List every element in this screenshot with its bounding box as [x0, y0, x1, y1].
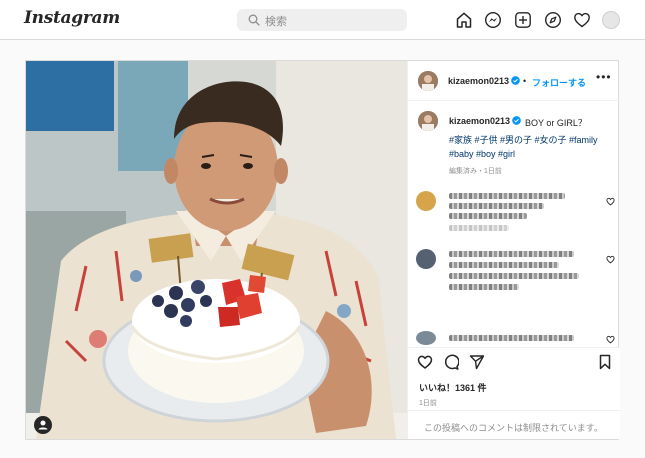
search-input[interactable]: 検索	[237, 9, 407, 31]
caption-hashtags[interactable]: #家族 #子供 #男の子 #女の子 #family #baby #boy #gi…	[449, 133, 609, 161]
comment-like-icon[interactable]	[606, 197, 615, 206]
post-timestamp[interactable]: 1日前	[419, 398, 437, 408]
post-photo-illustration	[26, 61, 407, 439]
commenter-avatar[interactable]	[416, 331, 436, 345]
verified-badge-icon	[511, 76, 520, 85]
likes-count[interactable]: いいね！1361 件	[419, 381, 487, 394]
comment-text-blurred	[449, 262, 559, 268]
comment-bubble-icon[interactable]	[443, 354, 459, 370]
profile-avatar[interactable]	[602, 11, 620, 29]
new-post-icon[interactable]	[514, 11, 532, 29]
search-placeholder: 検索	[265, 16, 287, 28]
comment-text-blurred	[449, 273, 579, 279]
comment-text-blurred	[449, 251, 574, 257]
tagged-user-icon[interactable]	[34, 416, 52, 434]
comment-meta-blurred	[449, 225, 509, 231]
commenter-avatar[interactable]	[416, 249, 436, 269]
comment-item	[416, 191, 616, 231]
activity-heart-icon[interactable]	[573, 11, 591, 29]
comment-restricted-notice: この投稿へのコメントは制限されています。	[408, 410, 620, 440]
post-side-panel: kizaemon0213 • フォローする ••• kizaemon0213 B…	[407, 61, 620, 439]
caption-author-avatar[interactable]	[418, 111, 438, 131]
messenger-icon[interactable]	[484, 11, 502, 29]
caption-text: BOY or GIRL？	[525, 118, 587, 128]
more-options-icon[interactable]: •••	[596, 71, 611, 83]
home-icon[interactable]	[455, 11, 473, 29]
comment-text-blurred	[449, 284, 519, 290]
author-avatar[interactable]	[418, 71, 438, 91]
like-heart-icon[interactable]	[417, 354, 433, 370]
caption-username[interactable]: kizaemon0213	[449, 116, 510, 126]
comment-text-blurred	[449, 213, 527, 219]
comment-like-icon[interactable]	[606, 335, 615, 344]
share-paper-plane-icon[interactable]	[469, 354, 485, 370]
top-navigation-bar: Instagram 検索	[0, 0, 645, 40]
follow-button[interactable]: フォローする	[532, 76, 586, 89]
author-username[interactable]: kizaemon0213	[448, 76, 509, 86]
comment-like-icon[interactable]	[606, 255, 615, 264]
explore-icon[interactable]	[544, 11, 562, 29]
comment-text-blurred	[449, 335, 574, 341]
save-bookmark-icon[interactable]	[597, 354, 613, 370]
caption-edited-time: 編集済み・1日前	[449, 168, 502, 175]
comment-item	[416, 249, 616, 297]
comment-text-blurred	[449, 203, 544, 209]
comment-restricted-text: この投稿へのコメントは制限されています。	[424, 423, 603, 433]
post-actions: いいね！1361 件 1日前 この投稿へのコメントは制限されています。	[408, 347, 620, 439]
post-header: kizaemon0213 • フォローする •••	[408, 61, 620, 101]
post-card: kizaemon0213 • フォローする ••• kizaemon0213 B…	[25, 60, 620, 440]
post-photo[interactable]	[26, 61, 407, 439]
commenter-avatar[interactable]	[416, 191, 436, 211]
caption-verified-badge-icon	[512, 116, 521, 125]
instagram-logo[interactable]: Instagram	[24, 8, 120, 28]
search-icon	[248, 14, 260, 26]
comment-text-blurred	[449, 193, 565, 199]
comment-item	[416, 331, 616, 345]
separator-dot: •	[523, 76, 527, 86]
